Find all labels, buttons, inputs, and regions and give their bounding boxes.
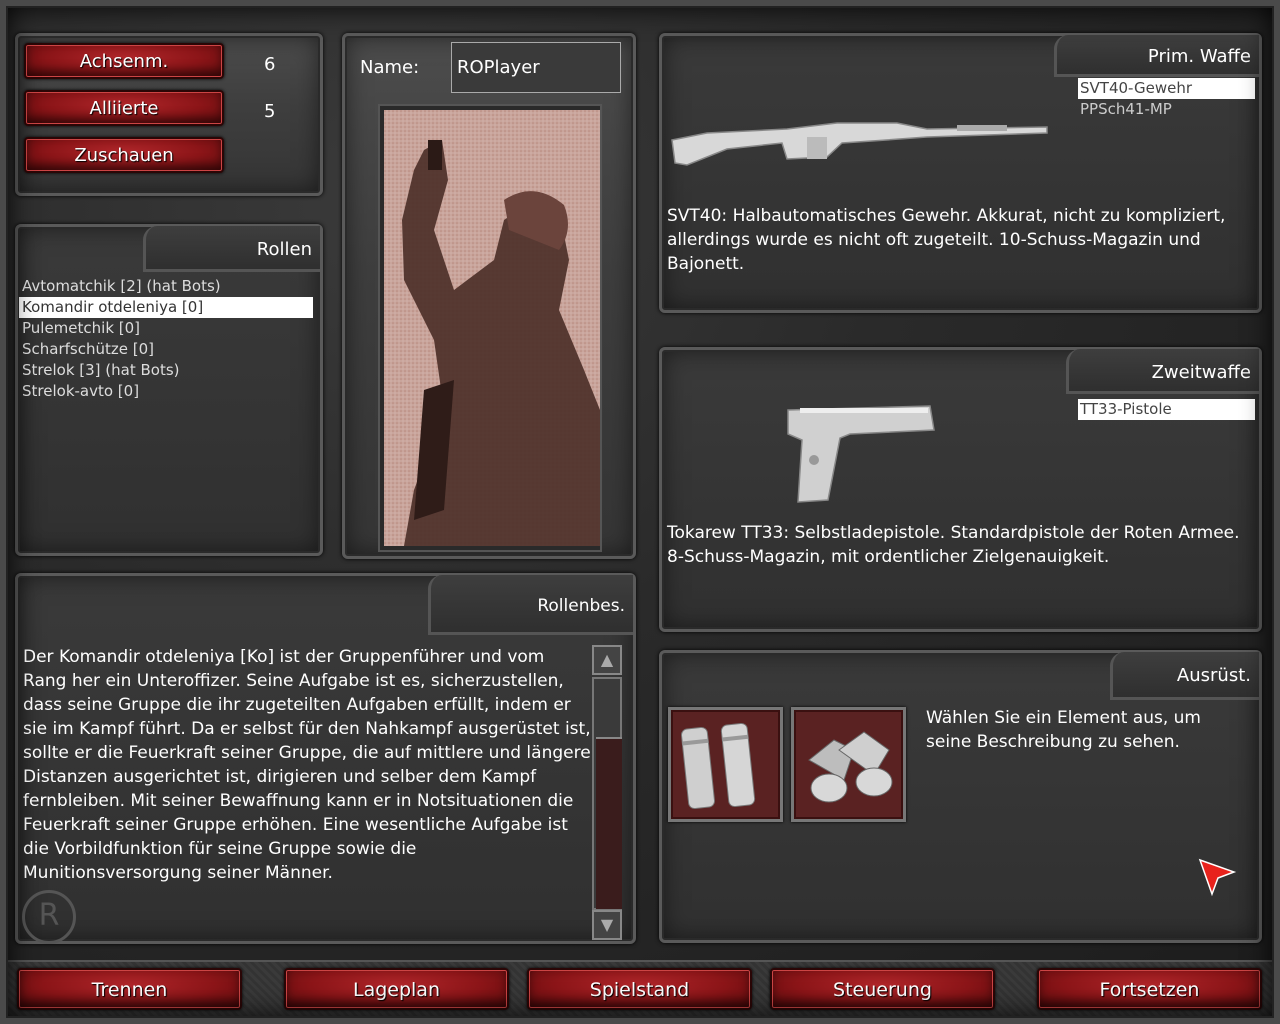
disconnect-button[interactable]: Trennen bbox=[17, 968, 242, 1010]
secondary-option-selected[interactable]: TT33-Pistole bbox=[1078, 399, 1255, 420]
primary-option[interactable]: PPSch41-MP bbox=[1078, 99, 1255, 120]
rifle-icon bbox=[671, 122, 1048, 166]
secondary-weapon-description: Tokarew TT33: Selbstladepistole. Standar… bbox=[667, 523, 1240, 567]
primary-option-selected[interactable]: SVT40-Gewehr bbox=[1078, 78, 1255, 99]
equipment-slot-grenades[interactable] bbox=[668, 707, 783, 822]
role-portrait bbox=[378, 104, 602, 552]
equipment-slot-binoculars[interactable] bbox=[791, 707, 906, 822]
scroll-thumb[interactable] bbox=[596, 737, 622, 909]
allies-button[interactable]: Alliierte bbox=[24, 90, 224, 126]
primary-weapon-header: Prim. Waffe bbox=[1054, 35, 1259, 77]
role-item[interactable]: Scharfschütze [0] bbox=[19, 339, 313, 360]
equipment-description: Wählen Sie ein Element aus, um seine Bes… bbox=[926, 708, 1201, 752]
role-item[interactable]: Strelok [3] (hat Bots) bbox=[19, 360, 313, 381]
cursor-arrow-icon bbox=[1198, 858, 1237, 897]
soldier-portrait-image bbox=[384, 110, 600, 546]
scoreboard-button[interactable]: Spielstand bbox=[527, 968, 752, 1010]
grenades-icon bbox=[680, 722, 756, 810]
role-description-header: Rollenbes. bbox=[428, 575, 633, 635]
roles-list: Avtomatchik [2] (hat Bots) Komandir otde… bbox=[19, 276, 313, 402]
axis-button[interactable]: Achsenm. bbox=[24, 43, 224, 79]
secondary-weapon-header: Zweitwaffe bbox=[1066, 349, 1259, 394]
ro-logo: R bbox=[22, 890, 76, 944]
pistol-icon bbox=[787, 405, 935, 503]
allies-count: 5 bbox=[264, 101, 276, 122]
description-scrollbar[interactable]: ▲ ▼ bbox=[592, 645, 624, 942]
spectate-button[interactable]: Zuschauen bbox=[24, 137, 224, 173]
secondary-weapon-options: TT33-Pistole bbox=[1078, 399, 1255, 420]
equipment-header: Ausrüst. bbox=[1110, 652, 1259, 700]
primary-weapon-options: SVT40-Gewehr PPSch41-MP bbox=[1078, 78, 1255, 120]
scroll-up-arrow-icon[interactable]: ▲ bbox=[592, 645, 622, 675]
role-description-text: Der Komandir otdeleniya [Ko] ist der Gru… bbox=[23, 647, 591, 883]
binoculars-icon bbox=[808, 731, 893, 803]
controls-button[interactable]: Steuerung bbox=[770, 968, 995, 1010]
role-item-selected[interactable]: Komandir otdeleniya [0] bbox=[19, 297, 313, 318]
primary-weapon-description: SVT40: Halbautomatisches Gewehr. Akkurat… bbox=[667, 206, 1226, 274]
axis-count: 6 bbox=[264, 54, 276, 75]
name-label: Name: bbox=[360, 57, 420, 78]
scroll-track[interactable] bbox=[592, 677, 622, 910]
role-item[interactable]: Pulemetchik [0] bbox=[19, 318, 313, 339]
role-item[interactable]: Strelok-avto [0] bbox=[19, 381, 313, 402]
map-button[interactable]: Lageplan bbox=[284, 968, 509, 1010]
role-item[interactable]: Avtomatchik [2] (hat Bots) bbox=[19, 276, 313, 297]
roles-header: Rollen bbox=[143, 226, 320, 272]
scroll-down-arrow-icon[interactable]: ▼ bbox=[592, 910, 622, 940]
name-field[interactable]: ROPlayer bbox=[451, 42, 621, 93]
continue-button[interactable]: Fortsetzen bbox=[1037, 968, 1262, 1010]
